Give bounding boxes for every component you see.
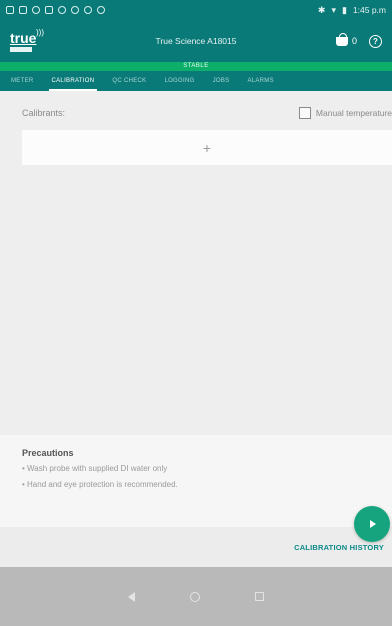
calibration-history-button[interactable]: CALIBRATION HISTORY xyxy=(294,543,384,552)
manual-temperature-checkbox[interactable] xyxy=(298,107,311,119)
precautions-panel: Precautions • Wash probe with supplied D… xyxy=(0,435,392,527)
tab-calibration[interactable]: CALIBRATION xyxy=(43,71,104,91)
battery-icon: ▮ xyxy=(341,4,347,15)
start-calibration-button[interactable] xyxy=(354,506,390,542)
back-icon[interactable] xyxy=(127,591,135,602)
logo-text: true xyxy=(10,30,37,46)
manual-temperature-label: Manual temperature xyxy=(315,108,392,118)
calibrants-label: Calibrants: xyxy=(22,108,66,118)
status-notification-icons xyxy=(6,6,105,14)
app-icon xyxy=(71,6,79,14)
notification-icon xyxy=(6,6,14,14)
image-icon xyxy=(19,6,27,14)
true-science-logo[interactable]: true ))) xyxy=(10,26,66,56)
help-icon[interactable]: ? xyxy=(369,34,382,48)
app-icon xyxy=(97,6,105,14)
tab-jobs[interactable]: JOBS xyxy=(204,71,239,91)
app-bar-actions: 0 ? xyxy=(335,32,382,48)
add-calibrant-button[interactable]: + xyxy=(22,130,392,165)
calibrant-list-area xyxy=(0,165,392,435)
signal-waves-icon: ))) xyxy=(36,28,44,37)
tab-meter[interactable]: METER xyxy=(2,71,43,91)
plus-icon: + xyxy=(202,139,212,156)
logo-underline xyxy=(10,47,32,52)
footer-bar: CALIBRATION HISTORY xyxy=(0,527,392,567)
basket-count: 0 xyxy=(351,36,357,46)
status-bar: ✱ ▾ ▮ 1:45 p.m xyxy=(0,0,392,20)
status-system-icons: ✱ ▾ ▮ 1:45 p.m xyxy=(318,5,386,16)
precaution-item: • Wash probe with supplied DI water only xyxy=(22,464,168,473)
app-icon xyxy=(84,6,92,14)
basket-icon xyxy=(335,32,348,46)
home-icon[interactable] xyxy=(189,591,200,602)
tab-alarms[interactable]: ALARMS xyxy=(238,71,282,91)
play-icon xyxy=(370,520,376,528)
tab-logging[interactable]: LOGGING xyxy=(155,71,203,91)
calibrants-header: Calibrants: Manual temperature xyxy=(0,101,392,125)
wifi-icon: ▾ xyxy=(331,4,336,15)
app-icon xyxy=(32,6,40,14)
stability-indicator: STABLE xyxy=(0,62,392,71)
recent-apps-icon[interactable] xyxy=(255,592,265,601)
status-time: 1:45 p.m xyxy=(352,5,386,15)
tab-bar: METER CALIBRATION QC CHECK LOGGING JOBS … xyxy=(0,71,392,91)
app-icon xyxy=(45,6,53,14)
system-navigation-bar xyxy=(0,567,392,626)
basket-button[interactable]: 0 xyxy=(335,32,357,46)
tab-qc-check[interactable]: QC CHECK xyxy=(103,71,155,91)
bluetooth-icon: ✱ xyxy=(317,4,326,15)
precaution-item: • Hand and eye protection is recommended… xyxy=(22,480,178,489)
manual-temperature-toggle[interactable]: Manual temperature xyxy=(298,107,392,119)
precautions-title: Precautions xyxy=(22,448,74,458)
app-icon xyxy=(58,6,66,14)
app-bar: true ))) True Science A18015 0 ? xyxy=(0,20,392,62)
